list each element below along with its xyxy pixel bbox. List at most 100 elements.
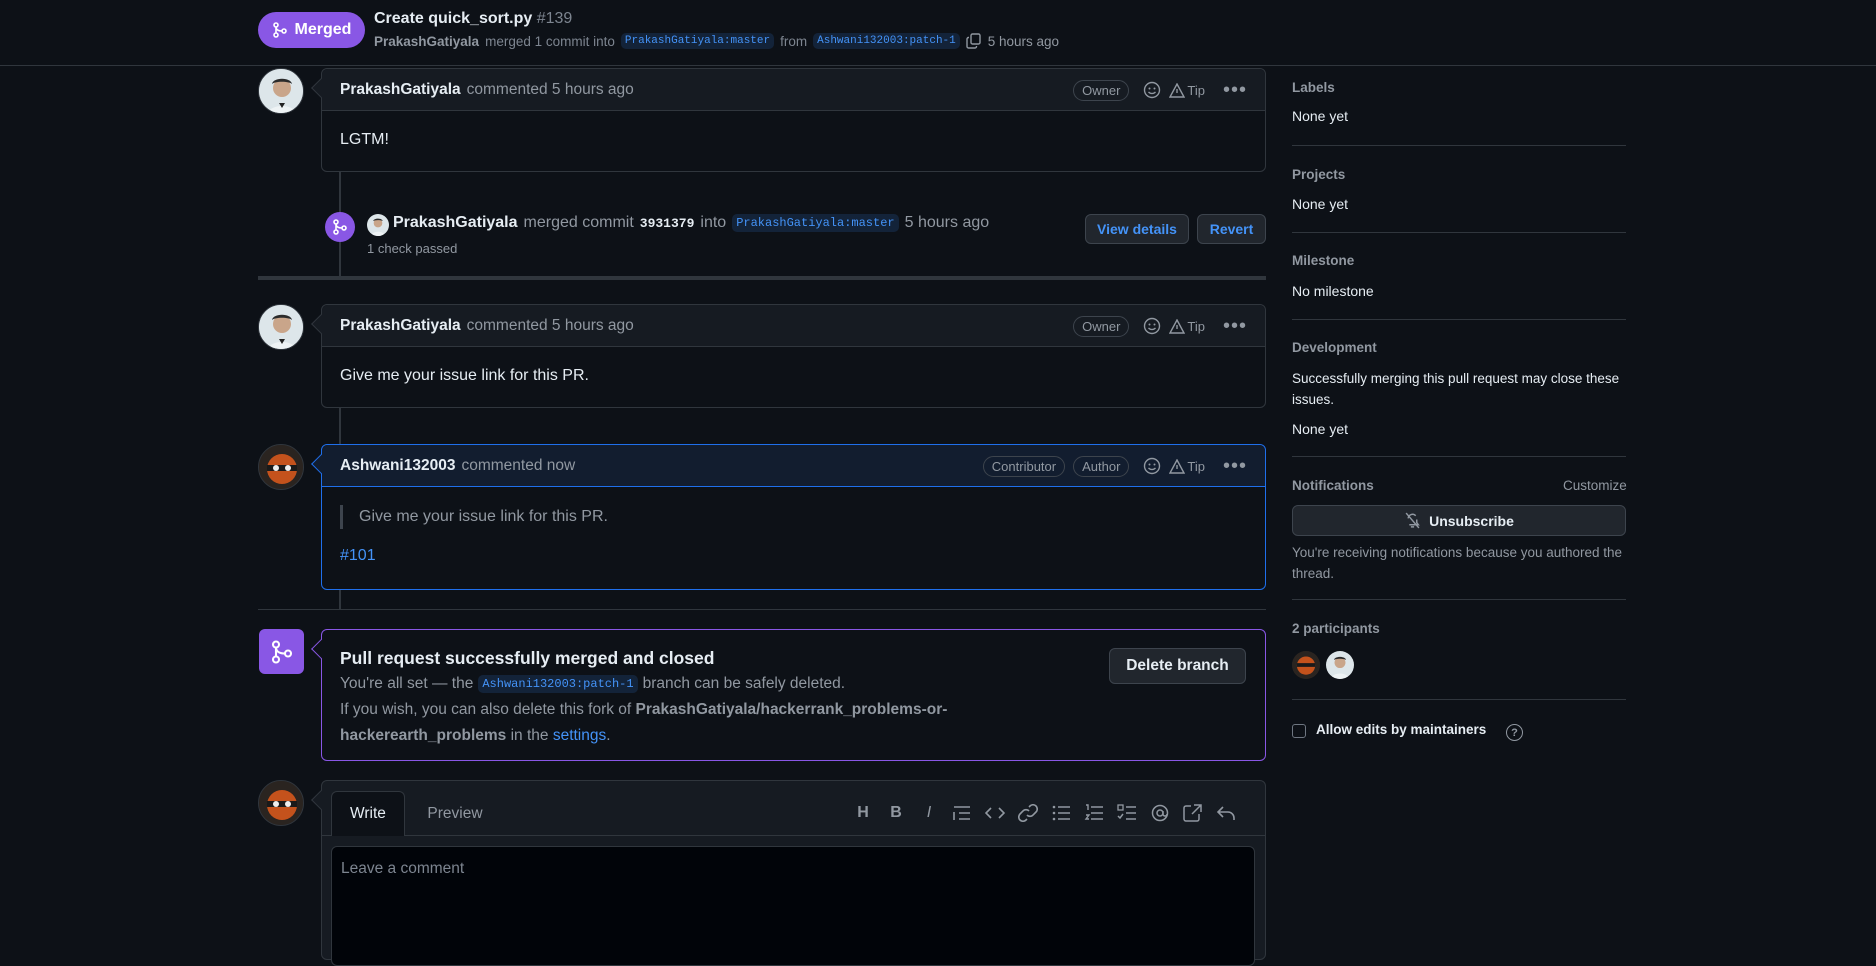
comment-timestamp[interactable]: commented now xyxy=(461,457,575,475)
alert-icon xyxy=(1169,318,1186,334)
settings-link[interactable]: settings xyxy=(553,727,606,744)
avatar[interactable] xyxy=(258,304,304,350)
owner-badge: Owner xyxy=(1073,79,1130,101)
more-options-icon[interactable]: ••• xyxy=(1223,316,1247,336)
merge-event-badge xyxy=(325,212,355,242)
editor-tabs-divider xyxy=(322,835,1265,836)
labels-value: None yet xyxy=(1292,108,1349,124)
tab-write[interactable]: Write xyxy=(331,791,405,836)
code-icon[interactable] xyxy=(985,804,1005,822)
tip-button[interactable]: Tip xyxy=(1169,82,1205,98)
merged-box-text: You're all set — the xyxy=(340,675,474,692)
participant-avatar[interactable] xyxy=(1292,651,1320,679)
quote-icon[interactable] xyxy=(952,804,972,822)
emoji-reaction-icon[interactable] xyxy=(1143,457,1161,475)
unsubscribe-label: Unsubscribe xyxy=(1429,512,1514,529)
tip-label: Tip xyxy=(1187,458,1205,474)
mention-icon[interactable] xyxy=(1150,804,1170,822)
commit-sha-link[interactable]: 3931379 xyxy=(640,216,695,231)
merged-box-line1: You're all set — the Ashwani132003:patch… xyxy=(340,675,845,693)
comment-header: Ashwani132003 commented now Contributor … xyxy=(322,445,1265,487)
more-options-icon[interactable]: ••• xyxy=(1223,80,1247,100)
heading-icon[interactable]: H xyxy=(853,804,873,822)
avatar[interactable] xyxy=(258,444,304,490)
allow-edits-checkbox[interactable] xyxy=(1292,724,1306,738)
copy-icon[interactable] xyxy=(966,33,982,49)
avatar[interactable] xyxy=(258,68,304,114)
merge-branch-label[interactable]: PrakashGatiyala:master xyxy=(732,214,899,232)
unsubscribe-button[interactable]: Unsubscribe xyxy=(1292,505,1626,536)
sidebar-divider xyxy=(1292,699,1626,700)
sidebar-divider xyxy=(1292,456,1626,457)
bold-icon[interactable]: B xyxy=(886,804,906,822)
pr-number: #139 xyxy=(536,10,573,27)
saved-reply-icon[interactable] xyxy=(1216,804,1236,822)
italic-icon[interactable]: I xyxy=(919,804,939,822)
help-icon[interactable]: ? xyxy=(1506,724,1523,741)
tip-button[interactable]: Tip xyxy=(1169,458,1205,474)
sidebar-divider xyxy=(1292,319,1626,320)
checks-status[interactable]: 1 check passed xyxy=(367,241,457,256)
projects-heading[interactable]: Projects xyxy=(1292,167,1345,182)
comment-timestamp[interactable]: commented 5 hours ago xyxy=(467,317,634,335)
tab-preview[interactable]: Preview xyxy=(420,801,490,827)
merge-icon xyxy=(272,22,287,38)
link-icon[interactable] xyxy=(1018,804,1038,822)
emoji-reaction-icon[interactable] xyxy=(1143,81,1161,99)
merged-status-label: Merged xyxy=(294,21,352,38)
comment-timestamp[interactable]: commented 5 hours ago xyxy=(467,81,634,99)
more-options-icon[interactable]: ••• xyxy=(1223,456,1247,476)
merge-event-text: PrakashGatiyala merged commit 3931379 in… xyxy=(393,214,989,232)
comment-author-link[interactable]: PrakashGatiyala xyxy=(340,317,461,335)
user-avatar-image xyxy=(259,445,303,489)
head-branch-label[interactable]: Ashwani132003:patch-1 xyxy=(813,33,960,49)
task-list-icon[interactable] xyxy=(1117,804,1137,822)
editor-toolbar: H B I xyxy=(853,801,1236,825)
comment-box: Ashwani132003 commented now Contributor … xyxy=(311,444,1266,590)
notifications-heading: Notifications xyxy=(1292,478,1374,493)
comment-author-link[interactable]: PrakashGatiyala xyxy=(340,81,461,99)
alert-icon xyxy=(1169,82,1186,98)
user-avatar-image xyxy=(259,781,303,825)
unordered-list-icon[interactable] xyxy=(1051,804,1071,822)
participant-avatar[interactable] xyxy=(1326,651,1354,679)
avatar[interactable] xyxy=(367,214,389,236)
milestone-heading[interactable]: Milestone xyxy=(1292,253,1354,268)
comment-header: PrakashGatiyala commented 5 hours ago Ow… xyxy=(322,305,1265,347)
pr-author-link[interactable]: PrakashGatiyala xyxy=(374,34,479,49)
labels-heading[interactable]: Labels xyxy=(1292,80,1335,95)
customize-link[interactable]: Customize xyxy=(1563,478,1627,493)
emoji-reaction-icon[interactable] xyxy=(1143,317,1161,335)
quoted-reply: Give me your issue link for this PR. xyxy=(340,505,1247,529)
pr-from-text: from xyxy=(780,33,808,49)
revert-button[interactable]: Revert xyxy=(1197,214,1266,244)
pr-time: 5 hours ago xyxy=(987,33,1060,49)
merged-status-badge: Merged xyxy=(258,12,365,48)
fork-repo-link[interactable]: PrakashGatiyala/hackerrank_problems-or- xyxy=(636,701,948,718)
patch-branch-label[interactable]: Ashwani132003:patch-1 xyxy=(478,675,638,693)
comment-author-link[interactable]: Ashwani132003 xyxy=(340,457,455,475)
base-branch-label[interactable]: PrakashGatiyala:master xyxy=(620,33,775,49)
development-heading[interactable]: Development xyxy=(1292,340,1377,355)
issue-link[interactable]: #101 xyxy=(340,547,1247,565)
cross-reference-icon[interactable] xyxy=(1183,804,1203,822)
delete-branch-button[interactable]: Delete branch xyxy=(1109,648,1246,684)
merged-box-period: . xyxy=(606,727,611,744)
merged-box-arrow xyxy=(311,639,331,659)
tip-button[interactable]: Tip xyxy=(1169,318,1205,334)
merge-author-link[interactable]: PrakashGatiyala xyxy=(393,214,518,232)
comment-textarea[interactable]: Leave a comment xyxy=(331,846,1255,966)
merged-box-line3: hackerearth_problems in the settings. xyxy=(340,727,611,745)
ordered-list-icon[interactable] xyxy=(1084,804,1104,822)
view-details-button[interactable]: View details xyxy=(1085,214,1189,244)
allow-edits-label[interactable]: Allow edits by maintainers xyxy=(1316,722,1486,737)
merge-time[interactable]: 5 hours ago xyxy=(905,214,990,232)
alert-icon xyxy=(1169,458,1186,474)
pr-title-text: Create quick_sort.py xyxy=(374,10,533,27)
comment-body: Give me your issue link for this PR. xyxy=(340,367,589,384)
sidebar-divider xyxy=(1292,599,1626,600)
timeline-line xyxy=(339,405,341,445)
milestone-value: No milestone xyxy=(1292,283,1374,299)
comment-body: Give me your issue link for this PR. #10… xyxy=(322,487,1265,565)
fork-repo-link-cont[interactable]: hackerearth_problems xyxy=(340,727,506,744)
